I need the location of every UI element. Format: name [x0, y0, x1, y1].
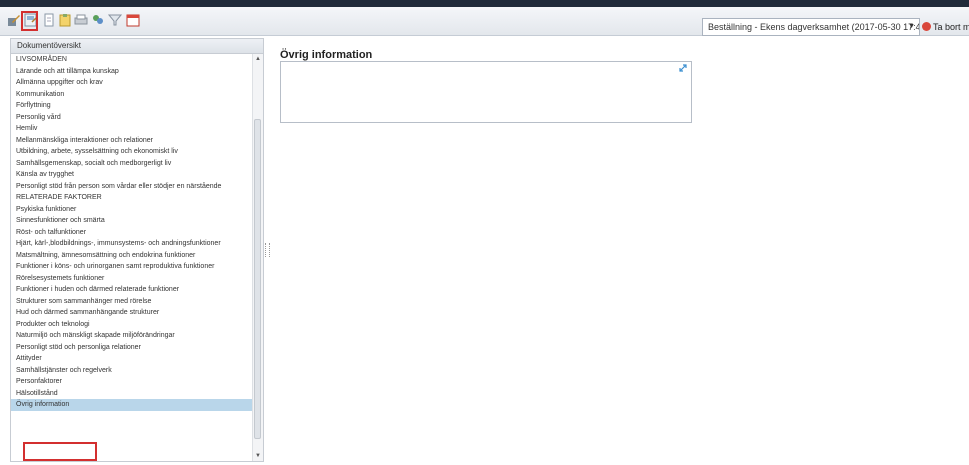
clipboard-icon[interactable]	[58, 13, 72, 27]
other-information-textarea[interactable]	[280, 61, 692, 123]
filter-icon[interactable]	[108, 13, 122, 27]
window-top-band	[0, 0, 969, 7]
list-item[interactable]: RELATERADE FAKTORER	[11, 192, 255, 204]
list-item[interactable]: Hälsotillstånd	[11, 388, 255, 400]
splitter-grip[interactable]	[265, 243, 270, 257]
list-item[interactable]: Kommunikation	[11, 89, 255, 101]
scroll-up-icon[interactable]: ▲	[253, 54, 263, 64]
list-item[interactable]: Samhällstjänster och regelverk	[11, 365, 255, 377]
list-item[interactable]: Hjärt, kärl-,blodbildnings-, immunsystem…	[11, 238, 255, 250]
scroll-down-icon[interactable]: ▼	[253, 451, 263, 461]
order-select-value: Beställning - Ekens dagverksamhet (2017-…	[708, 22, 920, 32]
list-item[interactable]: Naturmiljö och mänskligt skapade miljöfö…	[11, 330, 255, 342]
section-title: Övrig information	[280, 49, 373, 61]
document-icon[interactable]	[42, 13, 56, 27]
document-overview-list: LIVSOMRÅDEN Lärande och att tillämpa kuns…	[11, 54, 255, 461]
list-item[interactable]: Funktioner i köns- och urinorganen samt …	[11, 261, 255, 273]
delete-marked-label: Ta bort marke	[933, 22, 969, 32]
list-item[interactable]: Mellanmänskliga interaktioner och relati…	[11, 135, 255, 147]
list-item[interactable]: Sinnesfunktioner och smärta	[11, 215, 255, 227]
highlight-selected-item	[23, 442, 97, 461]
list-item[interactable]: Psykiska funktioner	[11, 204, 255, 216]
toolbar: Beställning - Ekens dagverksamhet (2017-…	[0, 7, 969, 36]
list-item[interactable]: Personfaktorer	[11, 376, 255, 388]
list-item[interactable]: Allmänna uppgifter och krav	[11, 77, 255, 89]
list-item[interactable]: Personligt stöd från person som vårdar e…	[11, 181, 255, 193]
list-item[interactable]: Funktioner i huden och därmed relaterade…	[11, 284, 255, 296]
expand-icon[interactable]	[679, 64, 687, 72]
print-icon[interactable]	[74, 13, 88, 27]
list-item[interactable]: Hud och därmed sammanhängande strukturer	[11, 307, 255, 319]
list-item[interactable]: Produkter och teknologi	[11, 319, 255, 331]
list-item[interactable]: Personlig vård	[11, 112, 255, 124]
highlight-save-button	[21, 11, 38, 31]
edit-icon[interactable]	[7, 13, 21, 27]
delete-marked-button[interactable]: Ta bort marke	[922, 18, 969, 36]
list-item[interactable]: Känsla av trygghet	[11, 169, 255, 181]
list-item[interactable]: Strukturer som sammanhänger med rörelse	[11, 296, 255, 308]
list-item[interactable]: Matsmältning, ämnesomsättning och endokr…	[11, 250, 255, 262]
list-item[interactable]: Attityder	[11, 353, 255, 365]
scrollbar-thumb[interactable]	[254, 119, 261, 439]
calendar-icon[interactable]	[126, 13, 140, 27]
list-item[interactable]: LIVSOMRÅDEN	[11, 54, 255, 66]
delete-icon	[922, 22, 931, 31]
document-overview-panel: Dokumentöversikt LIVSOMRÅDEN Lärande och …	[10, 38, 264, 462]
list-item[interactable]: Rörelsesystemets funktioner	[11, 273, 255, 285]
list-item[interactable]: Övrig information	[11, 399, 255, 411]
panel-splitter[interactable]	[265, 38, 270, 462]
list-item[interactable]: Röst- och talfunktioner	[11, 227, 255, 239]
list-item[interactable]: Lärande och att tillämpa kunskap	[11, 66, 255, 78]
list-item[interactable]: Utbildning, arbete, sysselsättning och e…	[11, 146, 255, 158]
order-select[interactable]: Beställning - Ekens dagverksamhet (2017-…	[702, 18, 920, 36]
list-item[interactable]: Förflyttning	[11, 100, 255, 112]
list-item[interactable]: Hemliv	[11, 123, 255, 135]
scrollbar[interactable]: ▲ ▼	[252, 54, 263, 461]
chevron-down-icon: ▼	[908, 23, 915, 30]
group-icon[interactable]	[91, 13, 105, 27]
panel-title: Dokumentöversikt	[11, 39, 263, 54]
list-item[interactable]: Personligt stöd och personliga relatione…	[11, 342, 255, 354]
list-item[interactable]: Samhällsgemenskap, socialt och medborger…	[11, 158, 255, 170]
